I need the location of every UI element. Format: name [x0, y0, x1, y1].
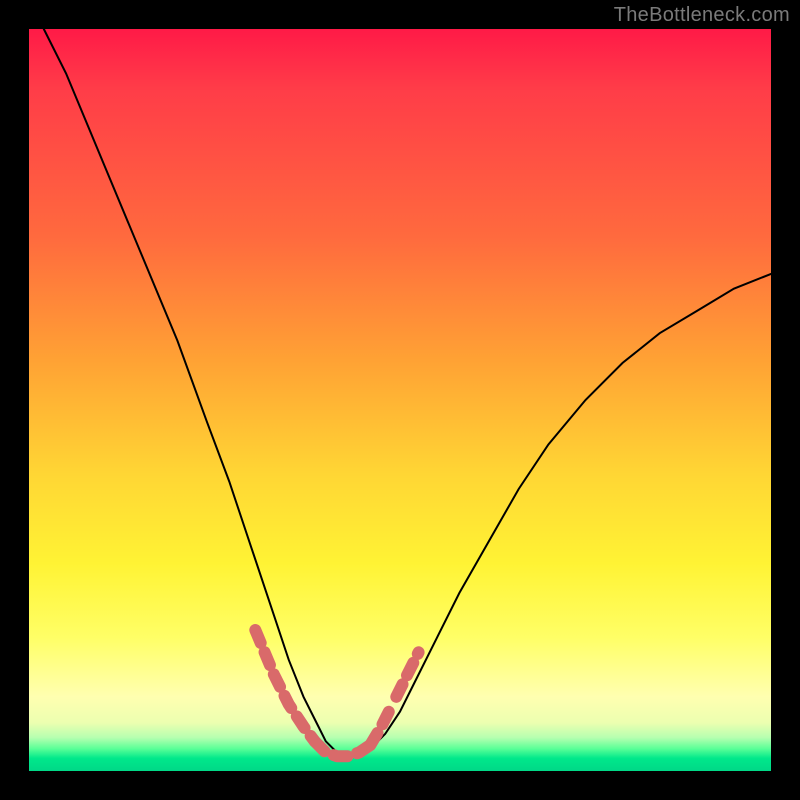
highlight-segment — [396, 652, 418, 697]
highlight-dots — [255, 630, 418, 756]
highlight-segment — [315, 741, 371, 756]
bottleneck-curve-svg — [29, 29, 771, 771]
watermark-text: TheBottleneck.com — [614, 4, 790, 27]
chart-frame: TheBottleneck.com — [0, 0, 800, 800]
plot-area — [29, 29, 771, 771]
bottleneck-curve — [44, 29, 771, 756]
